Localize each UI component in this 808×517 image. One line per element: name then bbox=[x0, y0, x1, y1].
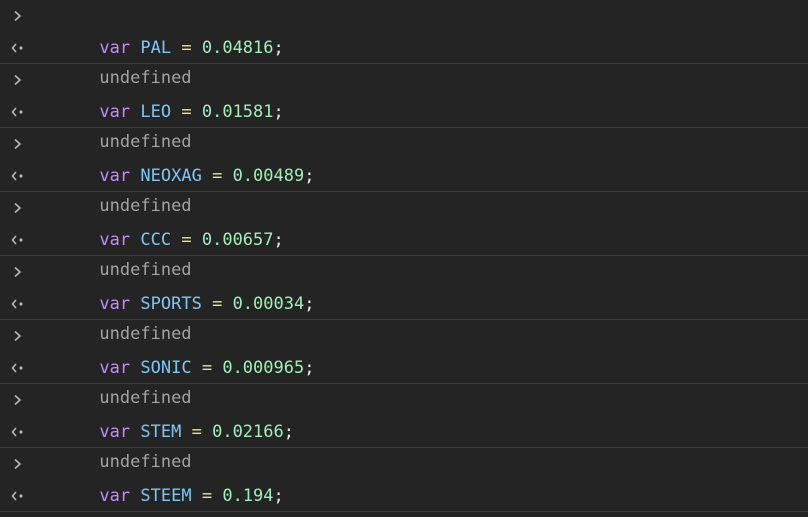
return-arrow-icon bbox=[10, 288, 26, 319]
console-entry: var LEO = 0.01581; undefined bbox=[0, 64, 808, 152]
console-input-line[interactable]: var SONIC = 0.000965; bbox=[0, 320, 808, 378]
console-output-line: undefined bbox=[0, 416, 808, 472]
console-entry: var PAL = 0.04816; undefined bbox=[0, 0, 808, 88]
console-output-line: undefined bbox=[0, 288, 808, 344]
console-output-line: undefined bbox=[0, 32, 808, 88]
console-input-line[interactable]: var CCC = 0.00657; bbox=[0, 192, 808, 250]
console-entry: var CCC = 0.00657; undefined bbox=[0, 192, 808, 280]
console-entry: var STEEM = 0.194; undefined bbox=[0, 448, 808, 517]
return-arrow-icon bbox=[10, 96, 26, 127]
console-input-line[interactable]: var PAL = 0.04816; bbox=[0, 0, 808, 58]
chevron-right-icon bbox=[10, 192, 26, 224]
return-arrow-icon bbox=[10, 352, 26, 383]
console-output-line: undefined bbox=[0, 160, 808, 216]
console-entry: var SONIC = 0.000965; undefined bbox=[0, 320, 808, 408]
chevron-right-icon bbox=[10, 448, 26, 480]
return-arrow-icon bbox=[10, 480, 26, 511]
console-output-line: undefined bbox=[0, 352, 808, 408]
chevron-right-icon bbox=[10, 0, 26, 32]
return-arrow-icon bbox=[10, 32, 26, 63]
chevron-right-icon bbox=[10, 256, 26, 288]
console-output-line: undefined bbox=[0, 480, 808, 517]
console-input-line[interactable]: var LEO = 0.01581; bbox=[0, 64, 808, 122]
chevron-right-icon bbox=[10, 128, 26, 160]
console-input-line[interactable]: var STEEM = 0.194; bbox=[0, 448, 808, 506]
chevron-right-icon bbox=[10, 320, 26, 352]
return-arrow-icon bbox=[10, 224, 26, 255]
console-output-line: undefined bbox=[0, 96, 808, 152]
console-input-line[interactable]: var STEM = 0.02166; bbox=[0, 384, 808, 442]
console-input-line[interactable]: var NEOXAG = 0.00489; bbox=[0, 128, 808, 186]
return-arrow-icon bbox=[10, 416, 26, 447]
console-entry: var STEM = 0.02166; undefined bbox=[0, 384, 808, 472]
return-arrow-icon bbox=[10, 160, 26, 191]
devtools-console: var PAL = 0.04816; undefined var LEO = 0… bbox=[0, 0, 808, 517]
console-entry: var SPORTS = 0.00034; undefined bbox=[0, 256, 808, 344]
console-input-line[interactable]: var SPORTS = 0.00034; bbox=[0, 256, 808, 314]
chevron-right-icon bbox=[10, 64, 26, 96]
console-entry: var NEOXAG = 0.00489; undefined bbox=[0, 128, 808, 216]
console-output-line: undefined bbox=[0, 224, 808, 280]
chevron-right-icon bbox=[10, 384, 26, 416]
